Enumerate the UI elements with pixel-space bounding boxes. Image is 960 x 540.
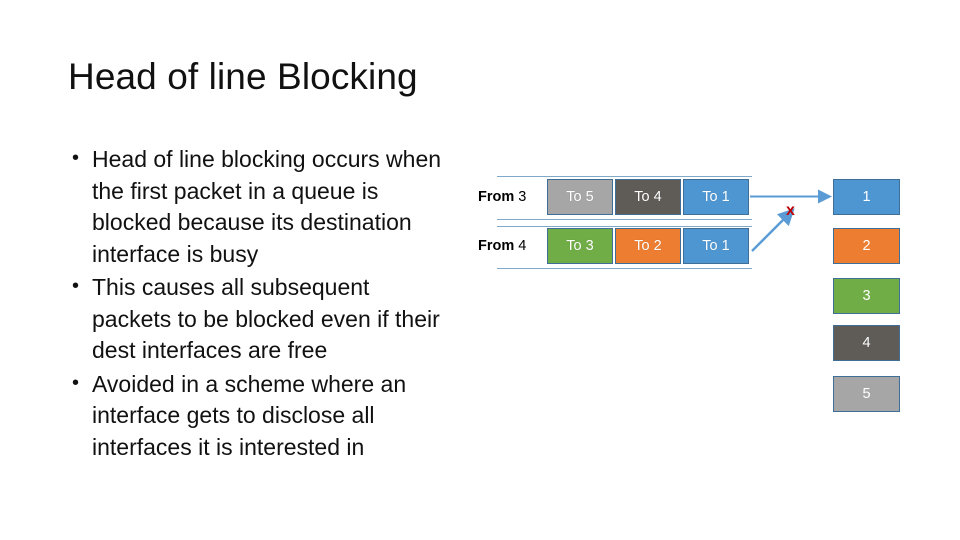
interface-box-1[interactable]: 1: [833, 179, 900, 215]
interface-label: 3: [862, 288, 871, 304]
interface-box-4[interactable]: 4: [833, 325, 900, 361]
interface-box-3[interactable]: 3: [833, 278, 900, 314]
interface-label: 5: [862, 386, 871, 402]
head-of-line-blocking-diagram: From 3 To 5 To 4 To 1 From 4 To 3 To 2 T…: [0, 0, 960, 540]
interface-label: 1: [862, 189, 871, 205]
interface-box-2[interactable]: 2: [833, 228, 900, 264]
interface-box-5[interactable]: 5: [833, 376, 900, 412]
interface-label: 2: [862, 238, 871, 254]
interface-label: 4: [862, 335, 871, 351]
arrow-layer: [750, 189, 832, 252]
blocked-x-icon: x: [786, 202, 795, 219]
